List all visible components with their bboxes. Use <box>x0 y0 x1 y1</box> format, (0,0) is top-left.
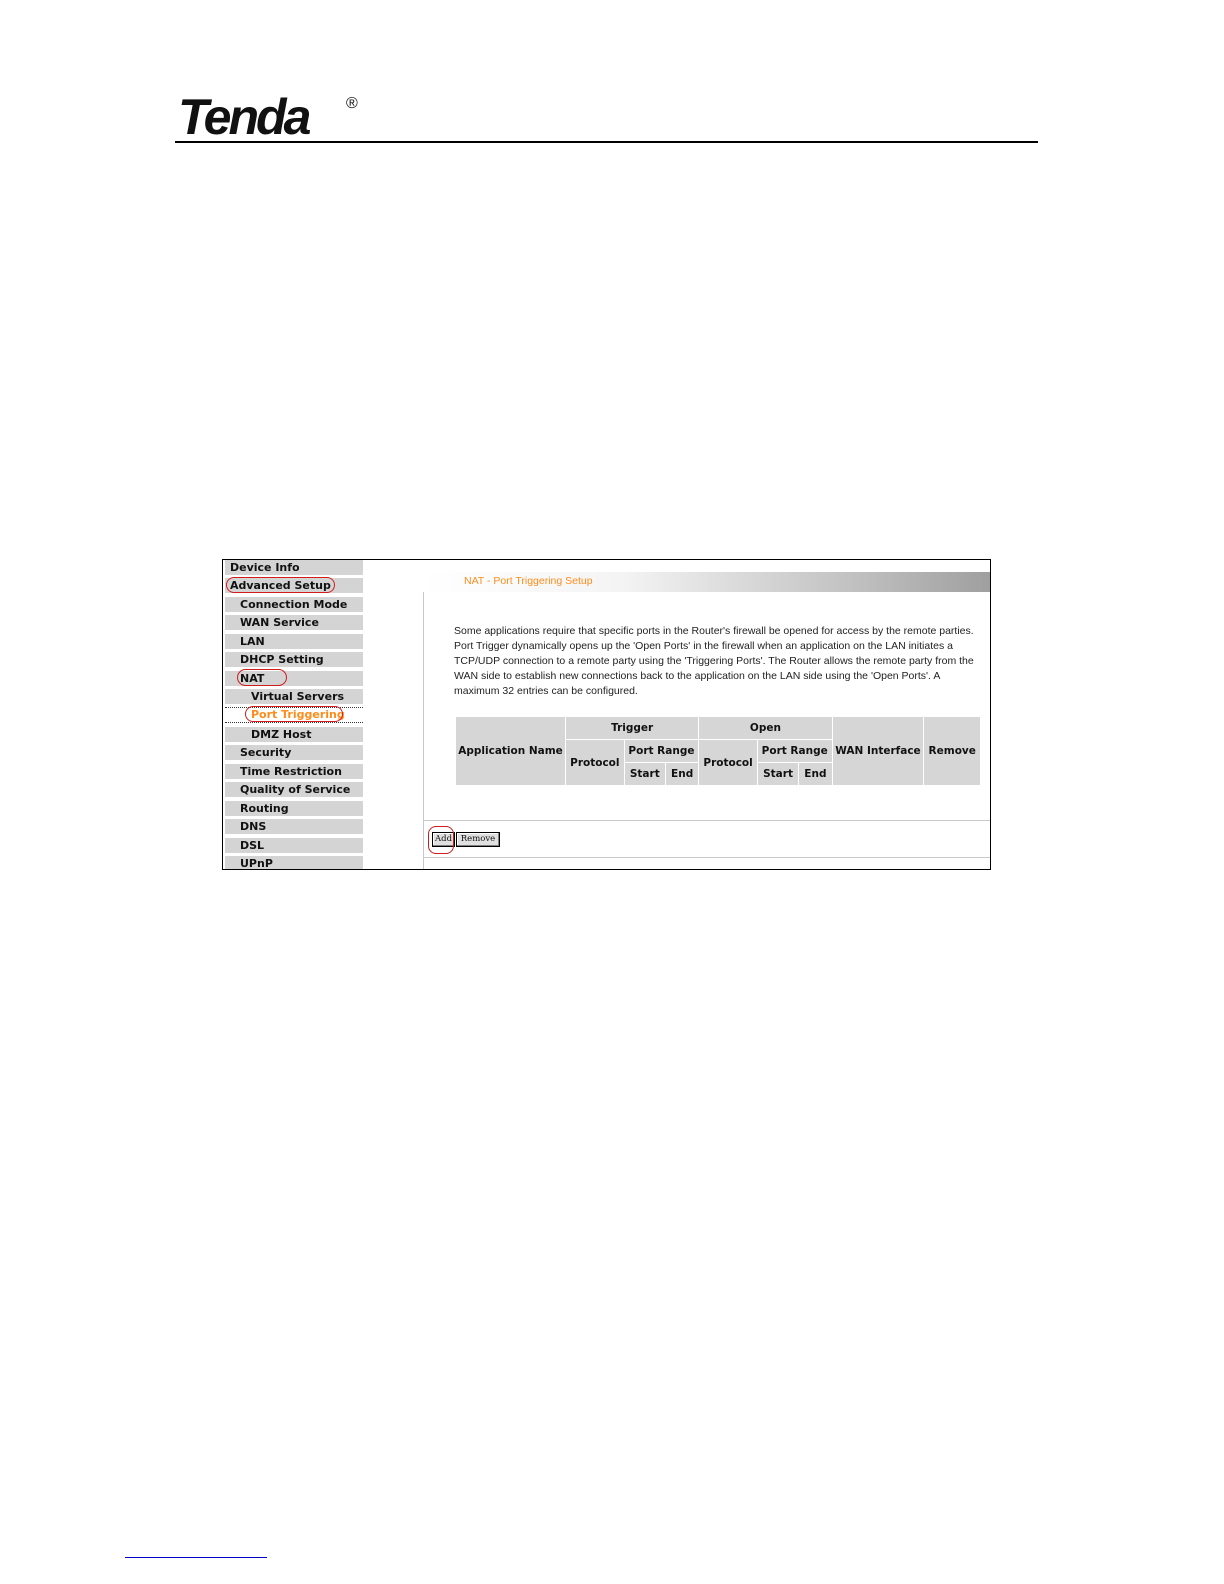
page-title: NAT - Port Triggering Setup <box>464 575 593 587</box>
page-title-bar: NAT - Port Triggering Setup <box>423 572 990 592</box>
col-open-port-range: Port Range <box>757 740 832 762</box>
sidebar-item-dns[interactable]: DNS <box>225 819 363 834</box>
sidebar-item-wan-service[interactable]: WAN Service <box>225 615 363 630</box>
annotation-circle-nat <box>237 669 287 686</box>
divider <box>423 592 424 869</box>
col-group-trigger: Trigger <box>566 717 699 739</box>
col-trigger-start: Start <box>624 763 665 785</box>
col-trigger-port-range: Port Range <box>624 740 699 762</box>
col-application-name: Application Name <box>456 717 566 785</box>
sidebar-item-dhcp-setting[interactable]: DHCP Setting <box>225 652 363 667</box>
col-open-start: Start <box>757 763 799 785</box>
sidebar-item-device-info[interactable]: Device Info <box>225 560 363 575</box>
sidebar-item-lan[interactable]: LAN <box>225 634 363 649</box>
col-wan-interface: WAN Interface <box>832 717 924 785</box>
header-rule <box>175 141 1038 143</box>
divider <box>423 820 990 821</box>
sidebar-item-security[interactable]: Security <box>225 745 363 760</box>
col-trigger-end: End <box>665 763 699 785</box>
sidebar-item-dmz-host[interactable]: DMZ Host <box>225 727 363 742</box>
col-trigger-protocol: Protocol <box>566 740 624 785</box>
sidebar-item-quality-of-service[interactable]: Quality of Service <box>225 782 363 797</box>
sidebar-item-routing[interactable]: Routing <box>225 801 363 816</box>
sidebar-item-upnp[interactable]: UPnP <box>225 856 363 869</box>
footer-link-underline <box>125 1557 267 1558</box>
col-group-open: Open <box>699 717 832 739</box>
sidebar-item-dsl[interactable]: DSL <box>225 838 363 853</box>
col-open-end: End <box>799 763 832 785</box>
annotation-circle-add <box>428 826 454 854</box>
remove-button[interactable]: Remove <box>456 832 500 847</box>
sidebar-item-virtual-servers[interactable]: Virtual Servers <box>225 689 363 704</box>
description-text: Some applications require that specific … <box>454 625 974 697</box>
annotation-circle-advanced-setup <box>226 577 335 593</box>
col-open-protocol: Protocol <box>699 740 757 785</box>
sidebar-nav: Device Info Advanced Setup Connection Mo… <box>223 560 363 869</box>
sidebar-item-time-restriction[interactable]: Time Restriction <box>225 764 363 779</box>
col-remove: Remove <box>924 717 980 785</box>
router-screenshot: Device Info Advanced Setup Connection Mo… <box>222 559 991 870</box>
divider <box>423 857 990 858</box>
tenda-logo: Tenda <box>178 89 311 145</box>
main-panel: NAT - Port Triggering Setup Some applica… <box>423 560 990 869</box>
port-trigger-table: Application Name Trigger Open WAN Interf… <box>455 716 981 786</box>
annotation-circle-port-triggering <box>245 706 343 722</box>
registered-mark: ® <box>346 95 358 112</box>
sidebar-item-connection-mode[interactable]: Connection Mode <box>225 597 363 612</box>
